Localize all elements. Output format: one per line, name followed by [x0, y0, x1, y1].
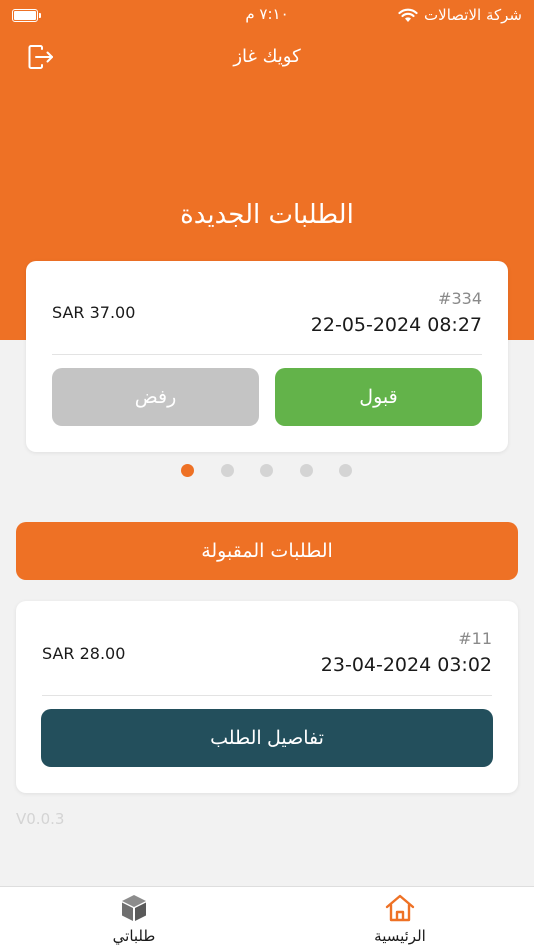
status-bar: ٧:١٠ م شركة الاتصالات: [0, 0, 534, 30]
order-date: 22-05-2024 08:27: [310, 314, 482, 336]
order-id: #11: [458, 629, 492, 648]
accept-button[interactable]: قبول: [275, 368, 482, 426]
tab-label: طلباتي: [112, 927, 156, 945]
logout-button[interactable]: [26, 42, 56, 72]
new-orders-title: الطلبات الجديدة: [180, 200, 354, 230]
box-icon: [122, 895, 146, 921]
tab-label: الرئيسية: [374, 927, 426, 945]
order-id: #334: [438, 289, 482, 308]
accepted-orders-header[interactable]: الطلبات المقبولة: [16, 522, 518, 580]
card-divider: [52, 354, 482, 355]
reject-button[interactable]: رفض: [52, 368, 259, 426]
tab-home[interactable]: الرئيسية: [330, 887, 470, 950]
order-date: 23-04-2024 03:02: [320, 654, 492, 676]
accepted-order-card: #11 23-04-2024 03:02 SAR 28.00 تفاصيل ال…: [16, 601, 518, 793]
order-price: SAR 37.00: [52, 303, 136, 322]
pagination-dot[interactable]: [339, 464, 352, 477]
order-details-button[interactable]: تفاصيل الطلب: [41, 709, 493, 767]
new-order-card: #334 22-05-2024 08:27 SAR 37.00 قبول رفض: [26, 261, 508, 452]
pagination-dot[interactable]: [300, 464, 313, 477]
app-header: كويك غاز: [0, 38, 534, 74]
home-icon: [385, 894, 415, 922]
carousel-pagination: [0, 464, 534, 478]
status-time: ٧:١٠ م: [245, 5, 289, 23]
pagination-dot[interactable]: [221, 464, 234, 477]
tab-my-orders[interactable]: طلباتي: [64, 887, 204, 950]
order-price: SAR 28.00: [42, 644, 126, 663]
card-divider: [42, 695, 492, 696]
app-title: كويك غاز: [233, 45, 301, 67]
app-version: V0.0.3: [16, 810, 65, 828]
bottom-tab-bar: طلباتي الرئيسية: [0, 886, 534, 950]
pagination-dot[interactable]: [181, 464, 194, 477]
logout-icon: [28, 45, 53, 69]
pagination-dot[interactable]: [260, 464, 273, 477]
